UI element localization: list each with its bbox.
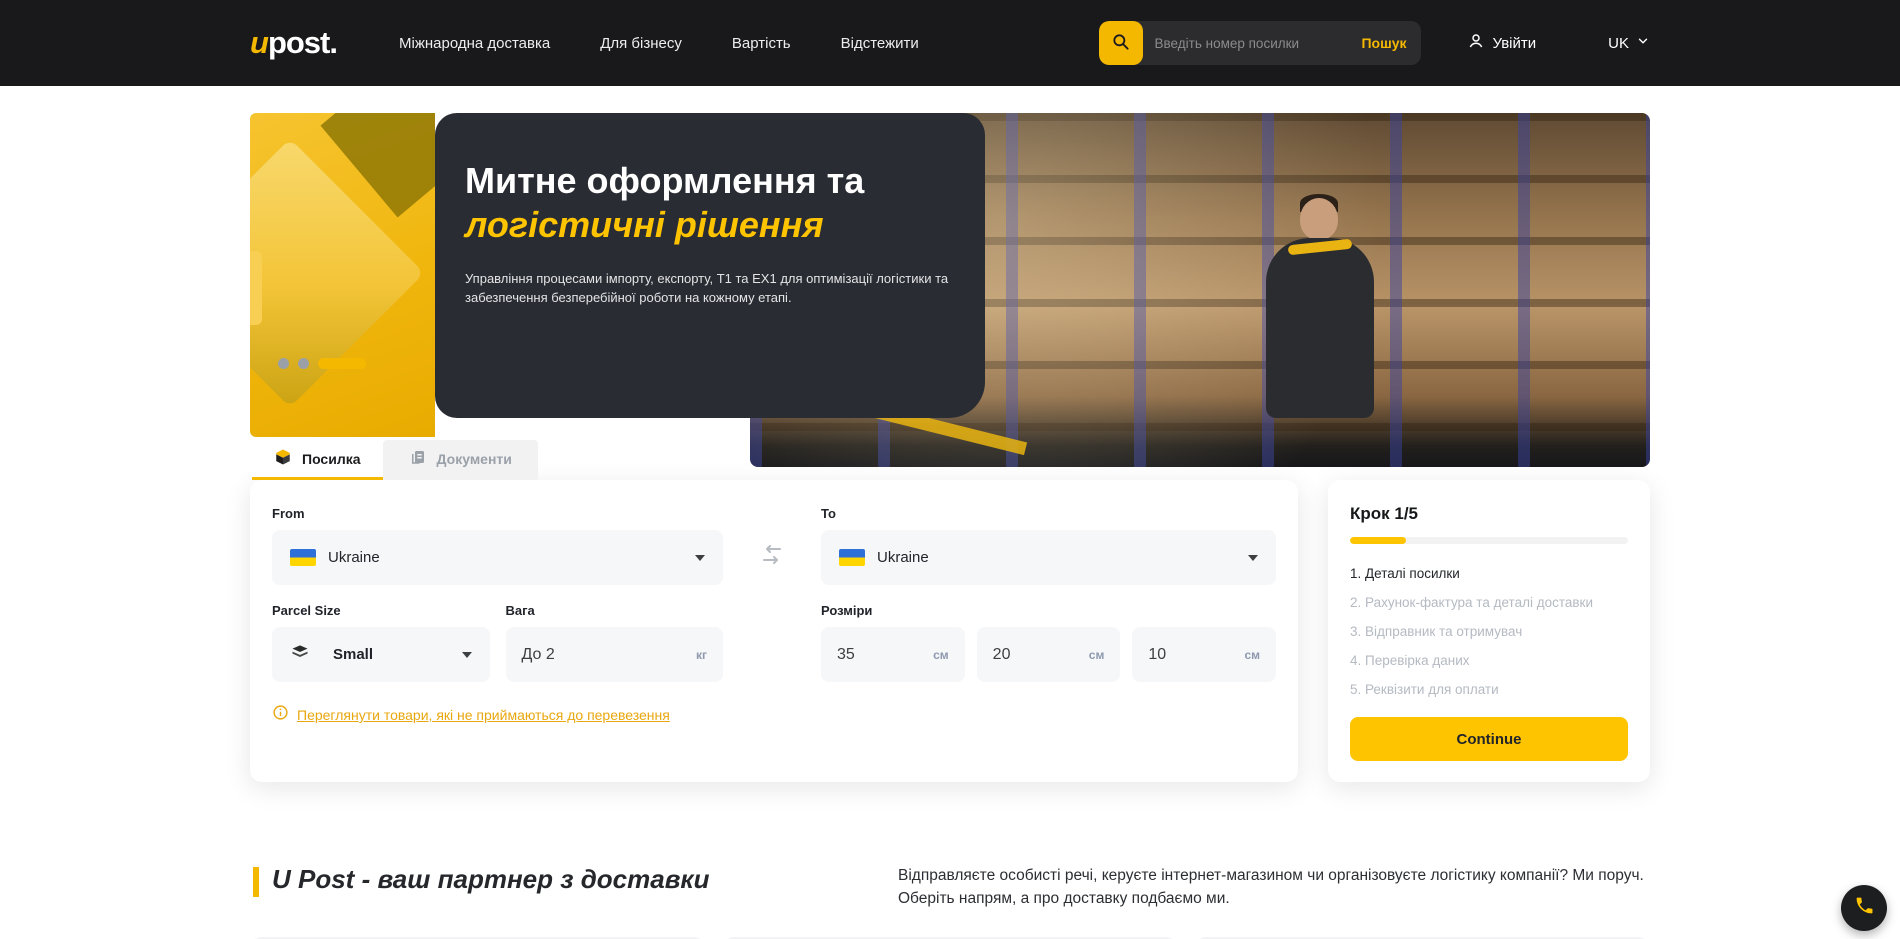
dimensions-label: Розміри	[821, 603, 1276, 618]
call-fab-button[interactable]	[1841, 885, 1887, 931]
nav-international-delivery[interactable]: Міжнародна доставка	[399, 35, 550, 52]
login-button[interactable]: Увійти	[1467, 32, 1537, 54]
step-item-1: 1. Деталі посилки	[1350, 566, 1628, 581]
dimension-length-input[interactable]: 35 см	[821, 627, 965, 682]
parcel-box-icon	[274, 448, 292, 469]
top-navigation-bar: upost. Міжнародна доставка Для бізнесу В…	[0, 0, 1900, 86]
language-code: UK	[1608, 35, 1629, 52]
checkout-steps-card: Крок 1/5 1. Деталі посилки 2. Рахунок-фа…	[1328, 480, 1650, 782]
step-counter: Крок 1/5	[1350, 504, 1628, 524]
ukraine-flag-icon	[290, 549, 316, 566]
logo-accent: u	[250, 25, 268, 60]
parcel-size-value: Small	[333, 646, 373, 663]
dimension-height-value: 10	[1148, 646, 1166, 664]
tab-parcel[interactable]: Посилка	[252, 440, 383, 480]
parcel-form-card: From Ukraine To Ukraine	[250, 480, 1298, 782]
chevron-down-icon	[1636, 34, 1650, 52]
login-label: Увійти	[1493, 35, 1537, 52]
tab-documents-label: Документи	[437, 451, 512, 467]
to-label: To	[821, 506, 1276, 521]
swap-directions-icon[interactable]	[760, 543, 784, 572]
carousel-indicators	[278, 358, 366, 369]
weight-label: Вага	[506, 603, 724, 618]
progress-fill	[1350, 537, 1406, 544]
tab-parcel-label: Посилка	[302, 451, 361, 467]
language-selector[interactable]: UK	[1608, 34, 1650, 52]
tracking-number-input[interactable]	[1143, 36, 1348, 51]
intro-section: U Post - ваш партнер з доставки Відправл…	[250, 864, 1650, 911]
restricted-items-link[interactable]: Переглянути товари, які не приймаються д…	[297, 707, 670, 723]
carousel-dot-2[interactable]	[298, 358, 309, 369]
dimension-width-input[interactable]: 20 см	[977, 627, 1121, 682]
weight-value: До 2	[522, 646, 555, 664]
hero-title-line1: Митне оформлення та	[465, 159, 985, 202]
main-nav: Міжнародна доставка Для бізнесу Вартість…	[399, 35, 919, 52]
info-icon	[272, 704, 289, 726]
step-item-2: 2. Рахунок-фактура та деталі доставки	[1350, 595, 1628, 610]
from-country-value: Ukraine	[328, 549, 380, 566]
progress-bar	[1350, 537, 1628, 544]
search-icon-button[interactable]	[1099, 21, 1143, 65]
ukraine-flag-icon	[839, 549, 865, 566]
weight-input[interactable]: До 2 кг	[506, 627, 724, 682]
search-submit-button[interactable]: Пошук	[1347, 35, 1420, 51]
weight-unit: кг	[696, 648, 707, 662]
continue-button[interactable]: Continue	[1350, 717, 1628, 761]
nav-track[interactable]: Відстежити	[841, 35, 919, 52]
hero-title-line2: логістичні рішення	[465, 202, 985, 249]
nav-for-business[interactable]: Для бізнесу	[600, 35, 682, 52]
package-graphic-tab	[250, 251, 262, 325]
phone-icon	[1854, 895, 1875, 921]
to-country-value: Ukraine	[877, 549, 929, 566]
warehouse-worker	[1254, 198, 1384, 448]
carousel-dot-active[interactable]	[318, 358, 366, 369]
steps-list: 1. Деталі посилки 2. Рахунок-фактура та …	[1350, 566, 1628, 697]
hero-carousel: Митне оформлення та логістичні рішення У…	[250, 113, 1650, 467]
caret-down-icon	[695, 555, 705, 561]
hero-text-panel: Митне оформлення та логістичні рішення У…	[435, 113, 985, 418]
parcel-size-label: Parcel Size	[272, 603, 490, 618]
dimension-length-value: 35	[837, 646, 855, 664]
step-item-3: 3. Відправник та отримувач	[1350, 624, 1628, 639]
heading-accent-bar	[253, 867, 259, 897]
hero-package-panel	[250, 113, 435, 437]
user-icon	[1467, 32, 1485, 54]
step-item-4: 4. Перевірка даних	[1350, 653, 1628, 668]
from-label: From	[272, 506, 723, 521]
tab-documents[interactable]: Документи	[383, 440, 538, 480]
search-icon	[1111, 32, 1131, 55]
from-country-select[interactable]: Ukraine	[272, 530, 723, 585]
to-country-select[interactable]: Ukraine	[821, 530, 1276, 585]
parcel-size-select[interactable]: Small	[272, 627, 490, 682]
dimension-width-value: 20	[993, 646, 1011, 664]
caret-down-icon	[1248, 555, 1258, 561]
section-description: Відправляєте особисті речі, керуєте інте…	[898, 864, 1650, 911]
dimension-width-unit: см	[1089, 648, 1105, 662]
dimension-height-input[interactable]: 10 см	[1132, 627, 1276, 682]
nav-pricing[interactable]: Вартість	[732, 35, 791, 52]
logo-text: post.	[268, 25, 337, 60]
dimension-height-unit: см	[1244, 648, 1260, 662]
hero-subtitle: Управління процесами імпорту, експорту, …	[465, 269, 970, 308]
shipment-type-tabs: Посилка Документи	[252, 440, 1650, 480]
caret-down-icon	[462, 652, 472, 658]
parcel-size-icon	[290, 642, 310, 667]
dimension-length-unit: см	[933, 648, 949, 662]
step-item-5: 5. Реквізити для оплати	[1350, 682, 1628, 697]
carousel-dot-1[interactable]	[278, 358, 289, 369]
section-heading: U Post - ваш партнер з доставки	[272, 864, 709, 897]
tracking-search-bar: Пошук	[1099, 21, 1421, 65]
upost-logo[interactable]: upost.	[250, 25, 337, 61]
documents-icon	[409, 448, 427, 469]
